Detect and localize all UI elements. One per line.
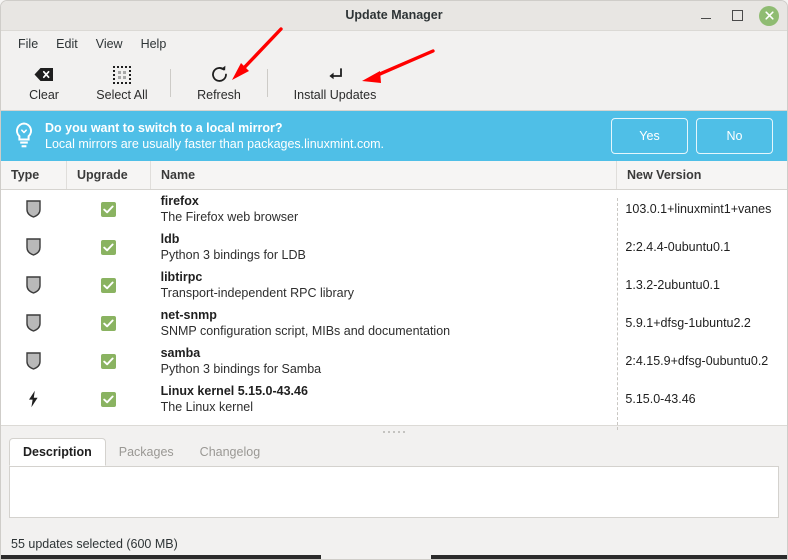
table-row[interactable]: net-snmp SNMP configuration script, MIBs… xyxy=(1,304,787,342)
upgrade-checkbox[interactable] xyxy=(67,201,151,217)
column-header-upgrade[interactable]: Upgrade xyxy=(67,161,151,189)
refresh-icon xyxy=(210,65,229,85)
select-all-label: Select All xyxy=(96,87,148,102)
package-name-cell: net-snmp SNMP configuration script, MIBs… xyxy=(151,308,616,339)
toolbar-separator-2 xyxy=(267,69,268,97)
package-name-cell: samba Python 3 bindings for Samba xyxy=(151,346,616,377)
package-name: Linux kernel 5.15.0-43.46 xyxy=(160,383,308,398)
install-updates-label: Install Updates xyxy=(293,87,377,102)
shield-icon xyxy=(1,200,67,218)
install-updates-icon xyxy=(326,65,344,85)
refresh-label: Refresh xyxy=(197,87,241,102)
updates-list: Type Upgrade Name New Version firefox Th… xyxy=(1,161,787,425)
package-name: net-snmp xyxy=(160,307,217,322)
install-updates-button[interactable]: Install Updates xyxy=(277,58,393,108)
description-panel xyxy=(9,466,779,518)
package-description: Python 3 bindings for Samba xyxy=(160,361,322,376)
pane-splitter[interactable] xyxy=(1,425,787,437)
clear-icon xyxy=(34,65,54,85)
banner-subtitle: Local mirrors are usually faster than pa… xyxy=(45,136,385,151)
toolbar-separator-1 xyxy=(170,69,171,97)
package-new-version: 103.0.1+linuxmint1+vanes xyxy=(625,202,772,216)
package-name-cell: libtirpc Transport-independent RPC libra… xyxy=(151,270,616,301)
package-description: The Firefox web browser xyxy=(160,209,299,224)
shield-icon xyxy=(1,238,67,256)
update-manager-window: Update Manager File Edit View Help Clear… xyxy=(0,0,788,560)
toolbar: Clear Select All Refresh Install Updates xyxy=(1,56,787,111)
menu-bar: File Edit View Help xyxy=(1,31,787,56)
banner-no-button[interactable]: No xyxy=(696,118,773,154)
clear-label: Clear xyxy=(29,87,59,102)
banner-title: Do you want to switch to a local mirror? xyxy=(45,120,283,135)
package-new-version: 2:4.15.9+dfsg-0ubuntu0.2 xyxy=(625,354,769,368)
tab-packages[interactable]: Packages xyxy=(106,438,187,466)
table-header: Type Upgrade Name New Version xyxy=(1,161,787,190)
select-all-icon xyxy=(113,65,131,85)
menu-item-edit[interactable]: Edit xyxy=(47,34,87,54)
banner-text-block: Do you want to switch to a local mirror?… xyxy=(45,120,611,153)
local-mirror-banner: Do you want to switch to a local mirror?… xyxy=(1,111,787,161)
window-bottom-edge xyxy=(1,555,787,559)
status-text: 55 updates selected (600 MB) xyxy=(11,537,178,551)
column-divider-version xyxy=(617,198,619,430)
menu-item-view[interactable]: View xyxy=(87,34,132,54)
package-name-cell: firefox The Firefox web browser xyxy=(151,194,616,225)
package-name: ldb xyxy=(160,231,180,246)
package-name: libtirpc xyxy=(160,269,203,284)
package-description: The Linux kernel xyxy=(160,399,254,414)
column-header-new-version[interactable]: New Version xyxy=(617,161,787,189)
table-body: firefox The Firefox web browser 103.0.1+… xyxy=(1,190,787,425)
menu-item-help[interactable]: Help xyxy=(132,34,176,54)
close-icon[interactable] xyxy=(759,5,779,26)
upgrade-checkbox[interactable] xyxy=(67,353,151,369)
package-name-cell: Linux kernel 5.15.0-43.46 The Linux kern… xyxy=(151,384,616,415)
package-name: samba xyxy=(160,345,201,360)
column-header-name[interactable]: Name xyxy=(151,161,617,189)
upgrade-checkbox[interactable] xyxy=(67,277,151,293)
minimize-icon[interactable] xyxy=(697,7,715,25)
package-description: Python 3 bindings for LDB xyxy=(160,247,306,262)
maximize-icon[interactable] xyxy=(728,7,746,25)
kernel-bolt-icon xyxy=(1,390,67,408)
package-new-version: 2:2.4.4-0ubuntu0.1 xyxy=(625,240,731,254)
menu-item-file[interactable]: File xyxy=(9,34,47,54)
package-new-version: 1.3.2-2ubuntu0.1 xyxy=(625,278,720,292)
upgrade-checkbox[interactable] xyxy=(67,239,151,255)
shield-icon xyxy=(1,276,67,294)
table-row[interactable]: firefox The Firefox web browser 103.0.1+… xyxy=(1,190,787,228)
table-row[interactable]: samba Python 3 bindings for Samba 2:4.15… xyxy=(1,342,787,380)
tab-description[interactable]: Description xyxy=(9,438,106,466)
shield-icon xyxy=(1,314,67,332)
tab-changelog[interactable]: Changelog xyxy=(187,438,273,466)
upgrade-checkbox[interactable] xyxy=(67,391,151,407)
detail-tabstrip: Description Packages Changelog xyxy=(1,437,787,466)
detail-tabs-area: Description Packages Changelog xyxy=(1,437,787,527)
refresh-button[interactable]: Refresh xyxy=(180,58,258,108)
package-description: SNMP configuration script, MIBs and docu… xyxy=(160,323,451,338)
banner-buttons: Yes No xyxy=(611,118,773,154)
clear-button[interactable]: Clear xyxy=(5,58,83,108)
package-new-version: 5.15.0-43.46 xyxy=(625,392,696,406)
table-row[interactable]: ldb Python 3 bindings for LDB 2:2.4.4-0u… xyxy=(1,228,787,266)
banner-yes-button[interactable]: Yes xyxy=(611,118,688,154)
column-header-type[interactable]: Type xyxy=(1,161,67,189)
window-controls xyxy=(697,1,779,30)
shield-icon xyxy=(1,352,67,370)
package-name: firefox xyxy=(160,193,199,208)
package-new-version: 5.9.1+dfsg-1ubuntu2.2 xyxy=(625,316,751,330)
upgrade-checkbox[interactable] xyxy=(67,315,151,331)
table-row[interactable]: libtirpc Transport-independent RPC libra… xyxy=(1,266,787,304)
package-name-cell: ldb Python 3 bindings for LDB xyxy=(151,232,616,263)
package-description: Transport-independent RPC library xyxy=(160,285,354,300)
select-all-button[interactable]: Select All xyxy=(83,58,161,108)
lightbulb-icon xyxy=(11,122,37,150)
table-row[interactable]: Linux kernel 5.15.0-43.46 The Linux kern… xyxy=(1,380,787,418)
title-bar[interactable]: Update Manager xyxy=(1,1,787,31)
window-title: Update Manager xyxy=(345,8,443,22)
